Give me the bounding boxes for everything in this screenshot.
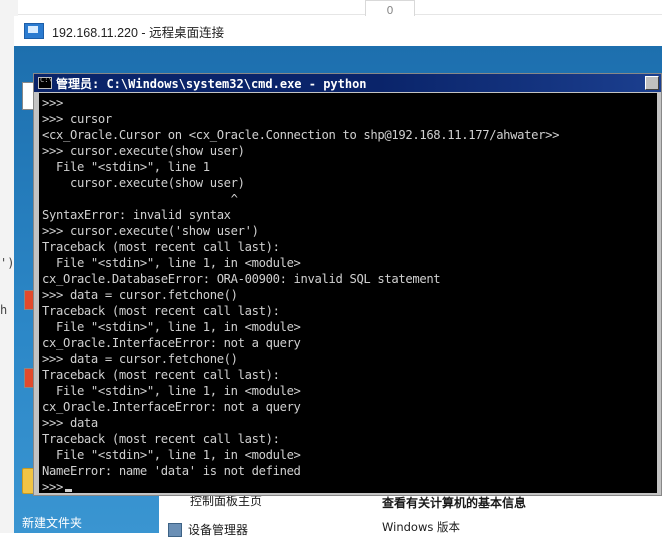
console-line: File "<stdin>", line 1, in <module>: [42, 448, 301, 462]
console-window[interactable]: 管理员: C:\Windows\system32\cmd.exe - pytho…: [33, 73, 662, 496]
console-line: File "<stdin>", line 1, in <module>: [42, 384, 301, 398]
host-background: [18, 0, 662, 15]
console-line: >>>: [42, 96, 63, 110]
console-line: >>> cursor: [42, 112, 112, 126]
console-line: >>> data: [42, 416, 98, 430]
console-line: <cx_Oracle.Cursor on <cx_Oracle.Connecti…: [42, 128, 560, 142]
host-text-fragment: h: [0, 303, 8, 317]
console-line: cx_Oracle.InterfaceError: not a query: [42, 400, 301, 414]
control-panel-heading: 查看有关计算机的基本信息: [382, 496, 527, 510]
console-title: 管理员: C:\Windows\system32\cmd.exe - pytho…: [56, 76, 367, 91]
console-line: cursor.execute(show user): [42, 176, 245, 190]
close-icon[interactable]: [645, 76, 659, 90]
console-line: SyntaxError: invalid syntax: [42, 208, 231, 222]
console-line: >>> data = cursor.fetchone(): [42, 352, 238, 366]
device-manager-icon: [168, 522, 182, 537]
console-text: >>> >>> cursor <cx_Oracle.Cursor on <cx_Or…: [42, 95, 559, 493]
device-manager-link[interactable]: 设备管理器: [168, 521, 248, 538]
console-line: File "<stdin>", line 1, in <module>: [42, 320, 301, 334]
console-line: NameError: name 'data' is not defined: [42, 464, 301, 478]
console-line: Traceback (most recent call last):: [42, 240, 280, 254]
remote-desktop-icon: [24, 23, 44, 39]
device-manager-label: 设备管理器: [188, 523, 249, 537]
rdp-titlebar[interactable]: 192.168.11.220 - 远程桌面连接: [14, 16, 662, 46]
host-text-fragment: '): [0, 256, 15, 270]
console-line: Traceback (most recent call last):: [42, 432, 280, 446]
console-line: File "<stdin>", line 1: [42, 160, 210, 174]
console-line: cx_Oracle.InterfaceError: not a query: [42, 336, 301, 350]
console-line: >>> cursor.execute(show user): [42, 144, 245, 158]
console-line: Traceback (most recent call last):: [42, 368, 280, 382]
console-line: >>>: [42, 479, 559, 493]
rdp-window-title: 192.168.11.220 - 远程桌面连接: [52, 25, 225, 40]
cmd-icon[interactable]: [38, 76, 53, 89]
console-line: cx_Oracle.DatabaseError: ORA-00900: inva…: [42, 272, 441, 286]
console-line: Traceback (most recent call last):: [42, 304, 280, 318]
text-cursor: [64, 489, 72, 492]
console-line: File "<stdin>", line 1, in <module>: [42, 256, 301, 270]
desktop-folder-label[interactable]: 新建文件夹: [22, 514, 82, 531]
console-line: >>> data = cursor.fetchone(): [42, 288, 238, 302]
console-output[interactable]: >>> >>> cursor <cx_Oracle.Cursor on <cx_Or…: [39, 93, 657, 493]
console-line: >>> cursor.execute('show user'): [42, 224, 259, 238]
console-line: ^: [42, 192, 238, 206]
console-titlebar[interactable]: 管理员: C:\Windows\system32\cmd.exe - pytho…: [34, 74, 661, 92]
